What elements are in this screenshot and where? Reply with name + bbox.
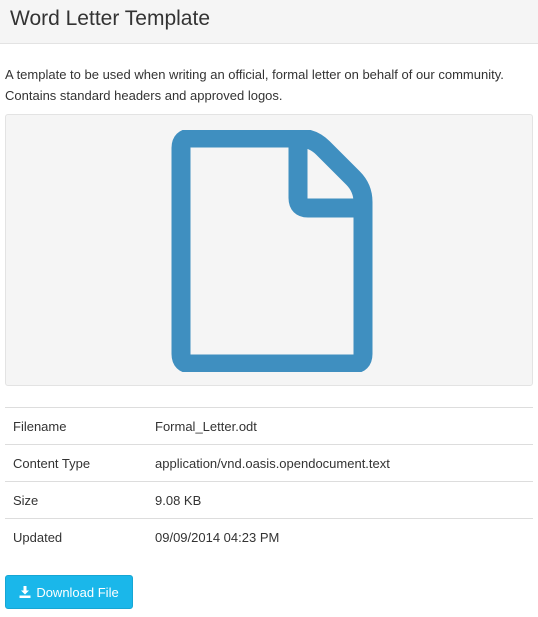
size-value: 9.08 KB [155, 481, 533, 519]
download-button-label: Download File [36, 584, 119, 600]
details-row-content-type: Content Type application/vnd.oasis.opend… [5, 444, 533, 482]
content-type-label: Content Type [5, 444, 155, 482]
file-icon [171, 130, 373, 372]
updated-value: 09/09/2014 04:23 PM [155, 518, 533, 556]
details-row-updated: Updated 09/09/2014 04:23 PM [5, 518, 533, 556]
filename-value: Formal_Letter.odt [155, 407, 533, 445]
content-type-value: application/vnd.oasis.opendocument.text [155, 444, 533, 482]
size-label: Size [5, 481, 155, 519]
download-icon [19, 586, 31, 598]
updated-label: Updated [5, 518, 155, 556]
download-file-button[interactable]: Download File [5, 575, 133, 609]
page-header: Word Letter Template [0, 0, 538, 44]
file-details-table: Filename Formal_Letter.odt Content Type … [5, 407, 533, 556]
filename-label: Filename [5, 407, 155, 445]
details-row-filename: Filename Formal_Letter.odt [5, 407, 533, 445]
details-row-size: Size 9.08 KB [5, 481, 533, 519]
file-description: A template to be used when writing an of… [5, 67, 504, 103]
page-title: Word Letter Template [10, 7, 210, 30]
file-preview [5, 114, 533, 386]
